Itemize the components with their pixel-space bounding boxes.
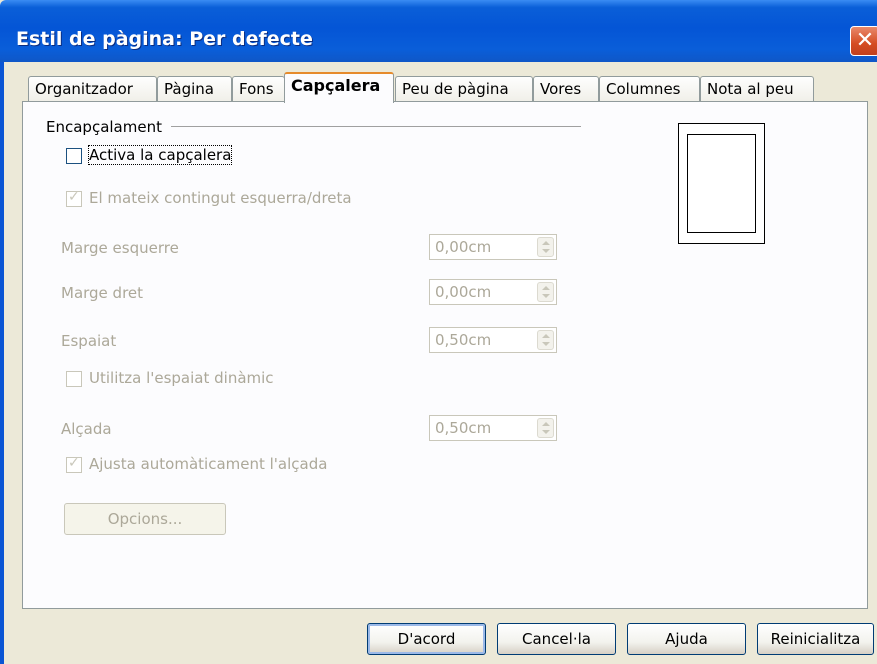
tab-vores[interactable]: Vores [533,76,599,102]
right-margin-label: Marge dret [61,284,144,302]
autofit-height-label: Ajusta automàticament l'alçada [89,455,328,473]
spin-buttons[interactable] [537,237,554,257]
height-label: Alçada [61,420,112,438]
spin-buttons[interactable] [537,282,554,302]
tab-columnes[interactable]: Columnes [599,76,700,102]
left-margin-label: Marge esquerre [61,239,179,257]
right-margin-field[interactable]: 0,00cm [429,279,557,305]
activate-header-label[interactable]: Activa la capçalera [87,145,233,165]
height-value: 0,50cm [435,419,492,437]
spin-buttons[interactable] [537,330,554,350]
right-margin-value: 0,00cm [435,283,492,301]
chevron-up-icon[interactable] [542,334,550,338]
page-preview-body [687,134,756,233]
spacing-field[interactable]: 0,50cm [429,327,557,353]
checkmark-icon: ✓ [68,189,80,205]
chevron-up-icon[interactable] [542,422,550,426]
tab-pagina[interactable]: Pàgina [157,76,232,102]
chevron-up-icon[interactable] [542,286,550,290]
page-preview [678,123,765,244]
reset-button[interactable]: Reinicialitza [757,623,874,655]
tab-fons[interactable]: Fons [232,76,285,102]
group-title: Encapçalament [46,118,162,136]
chevron-down-icon[interactable] [542,294,550,298]
group-divider [171,126,581,127]
same-content-label: El mateix contingut esquerra/dreta [89,189,352,207]
checkmark-icon: ✓ [68,455,80,471]
tab-peu-de-pagina[interactable]: Peu de pàgina [395,76,533,102]
title-bar[interactable]: Estil de pàgina: Per defecte [0,0,877,62]
chevron-down-icon[interactable] [542,430,550,434]
autofit-height-checkbox[interactable]: ✓ [66,455,82,473]
height-field[interactable]: 0,50cm [429,415,557,441]
window-frame [0,62,4,664]
left-margin-value: 0,00cm [435,238,492,256]
tab-organitzador[interactable]: Organitzador [28,76,157,102]
cancel-button[interactable]: Cancel·la [497,623,616,655]
options-button[interactable]: Opcions... [64,503,226,535]
help-button[interactable]: Ajuda [627,623,746,655]
close-icon[interactable]: ✕ [850,26,877,56]
tab-capcalera[interactable]: Capçalera [284,72,394,103]
chevron-down-icon[interactable] [542,342,550,346]
spacing-value: 0,50cm [435,331,492,349]
chevron-down-icon[interactable] [542,249,550,253]
dynamic-spacing-label: Utilitza l'espaiat dinàmic [89,369,274,387]
ok-button[interactable]: D'acord [367,623,486,655]
spin-buttons[interactable] [537,418,554,438]
left-margin-field[interactable]: 0,00cm [429,234,557,260]
dialog-window: Estil de pàgina: Per defecte ✕ Organitza… [0,0,877,664]
dynamic-spacing-checkbox[interactable] [66,371,82,387]
chevron-up-icon[interactable] [542,241,550,245]
window-title: Estil de pàgina: Per defecte [16,28,313,50]
same-content-checkbox[interactable]: ✓ [66,189,82,207]
activate-header-checkbox[interactable] [66,148,82,164]
spacing-label: Espaiat [61,332,117,350]
tab-nota-al-peu[interactable]: Nota al peu [700,76,814,102]
